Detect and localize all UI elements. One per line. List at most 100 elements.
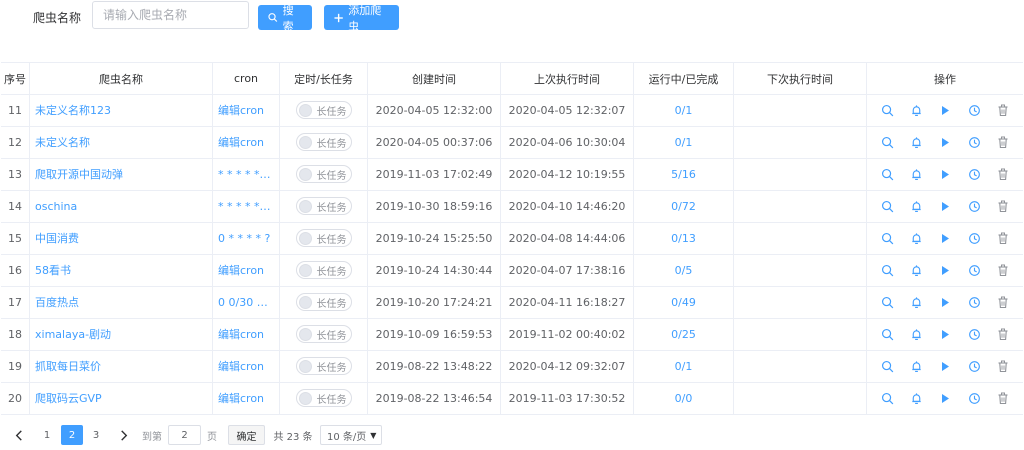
spider-name-link[interactable]: 爬取码云GVP: [35, 390, 102, 406]
cron-link[interactable]: 编辑cron: [218, 358, 264, 374]
cron-link[interactable]: 编辑cron: [218, 102, 264, 118]
task-status-link[interactable]: 5/16: [671, 168, 696, 181]
task-status-link[interactable]: 0/25: [671, 328, 696, 341]
search-icon[interactable]: [873, 360, 902, 373]
clock-icon[interactable]: [960, 392, 989, 405]
spider-name-link[interactable]: 未定义名称123: [35, 102, 111, 118]
trash-icon[interactable]: [989, 392, 1018, 405]
spider-name-link[interactable]: 百度热点: [35, 294, 79, 310]
task-status-link[interactable]: 0/1: [675, 136, 693, 149]
bell-icon[interactable]: [902, 264, 931, 277]
task-status-link[interactable]: 0/1: [675, 360, 693, 373]
spider-name-link[interactable]: 中国消费: [35, 230, 79, 246]
trash-icon[interactable]: [989, 232, 1018, 245]
spider-name-input[interactable]: [92, 1, 249, 29]
page-3[interactable]: 3: [85, 425, 107, 445]
bell-icon[interactable]: [902, 200, 931, 213]
clock-icon[interactable]: [960, 136, 989, 149]
play-icon[interactable]: [931, 329, 960, 340]
play-icon[interactable]: [931, 233, 960, 244]
task-status-link[interactable]: 0/49: [671, 296, 696, 309]
play-icon[interactable]: [931, 169, 960, 180]
task-status-link[interactable]: 0/5: [675, 264, 693, 277]
search-icon[interactable]: [873, 392, 902, 405]
bell-icon[interactable]: [902, 168, 931, 181]
clock-icon[interactable]: [960, 168, 989, 181]
bell-icon[interactable]: [902, 392, 931, 405]
long-task-switch[interactable]: 长任务: [295, 133, 352, 151]
trash-icon[interactable]: [989, 200, 1018, 213]
clock-icon[interactable]: [960, 200, 989, 213]
page-2-current[interactable]: 2: [61, 425, 83, 445]
cron-link[interactable]: * * * * * ? * ...: [218, 200, 272, 213]
trash-icon[interactable]: [989, 264, 1018, 277]
task-status-link[interactable]: 0/72: [671, 200, 696, 213]
spider-name-link[interactable]: 58看书: [35, 262, 71, 278]
page-size-select[interactable]: 10 条/页 ▼: [320, 425, 382, 445]
search-icon[interactable]: [873, 296, 902, 309]
page-1[interactable]: 1: [36, 425, 58, 445]
bell-icon[interactable]: [902, 296, 931, 309]
clock-icon[interactable]: [960, 264, 989, 277]
search-icon[interactable]: [873, 232, 902, 245]
cron-link[interactable]: 0 0/30 * * * ?: [218, 296, 272, 309]
play-icon[interactable]: [931, 393, 960, 404]
play-icon[interactable]: [931, 265, 960, 276]
play-icon[interactable]: [931, 201, 960, 212]
trash-icon[interactable]: [989, 328, 1018, 341]
clock-icon[interactable]: [960, 328, 989, 341]
search-icon[interactable]: [873, 136, 902, 149]
search-icon[interactable]: [873, 104, 902, 117]
clock-icon[interactable]: [960, 104, 989, 117]
bell-icon[interactable]: [902, 360, 931, 373]
goto-confirm-button[interactable]: 确定: [228, 425, 265, 445]
task-status-link[interactable]: 0/1: [675, 104, 693, 117]
play-icon[interactable]: [931, 137, 960, 148]
add-spider-button[interactable]: 添加爬虫: [324, 4, 399, 33]
long-task-switch[interactable]: 长任务: [295, 293, 352, 311]
spider-name-link[interactable]: 爬取开源中国动弹: [35, 166, 123, 182]
long-task-switch[interactable]: 长任务: [295, 389, 352, 407]
task-status-link[interactable]: 0/0: [675, 392, 693, 405]
next-page-button[interactable]: [115, 425, 133, 445]
trash-icon[interactable]: [989, 360, 1018, 373]
prev-page-button[interactable]: [10, 425, 28, 445]
long-task-switch[interactable]: 长任务: [295, 325, 352, 343]
long-task-switch[interactable]: 长任务: [295, 165, 352, 183]
search-icon[interactable]: [873, 328, 902, 341]
long-task-switch[interactable]: 长任务: [295, 101, 352, 119]
play-icon[interactable]: [931, 361, 960, 372]
search-button[interactable]: 搜索: [258, 4, 312, 33]
cron-link[interactable]: 编辑cron: [218, 326, 264, 342]
trash-icon[interactable]: [989, 168, 1018, 181]
spider-name-link[interactable]: oschina: [35, 200, 77, 213]
play-icon[interactable]: [931, 105, 960, 116]
bell-icon[interactable]: [902, 104, 931, 117]
spider-name-link[interactable]: 抓取每日菜价: [35, 358, 101, 374]
long-task-switch[interactable]: 长任务: [295, 229, 352, 247]
clock-icon[interactable]: [960, 296, 989, 309]
spider-name-link[interactable]: 未定义名称: [35, 134, 90, 150]
cron-link[interactable]: 0 * * * * ?: [218, 232, 270, 245]
task-status-link[interactable]: 0/13: [671, 232, 696, 245]
cron-link[interactable]: 编辑cron: [218, 134, 264, 150]
clock-icon[interactable]: [960, 360, 989, 373]
bell-icon[interactable]: [902, 328, 931, 341]
long-task-switch[interactable]: 长任务: [295, 261, 352, 279]
clock-icon[interactable]: [960, 232, 989, 245]
trash-icon[interactable]: [989, 136, 1018, 149]
spider-name-link[interactable]: ximalaya-剧动: [35, 326, 111, 342]
cron-link[interactable]: 编辑cron: [218, 390, 264, 406]
goto-page-input[interactable]: 2: [168, 425, 201, 445]
cron-link[interactable]: * * * * * ? * ...: [218, 168, 272, 181]
trash-icon[interactable]: [989, 104, 1018, 117]
long-task-switch[interactable]: 长任务: [295, 197, 352, 215]
bell-icon[interactable]: [902, 232, 931, 245]
search-icon[interactable]: [873, 264, 902, 277]
trash-icon[interactable]: [989, 296, 1018, 309]
long-task-switch[interactable]: 长任务: [295, 357, 352, 375]
search-icon[interactable]: [873, 168, 902, 181]
cron-link[interactable]: 编辑cron: [218, 262, 264, 278]
bell-icon[interactable]: [902, 136, 931, 149]
search-icon[interactable]: [873, 200, 902, 213]
